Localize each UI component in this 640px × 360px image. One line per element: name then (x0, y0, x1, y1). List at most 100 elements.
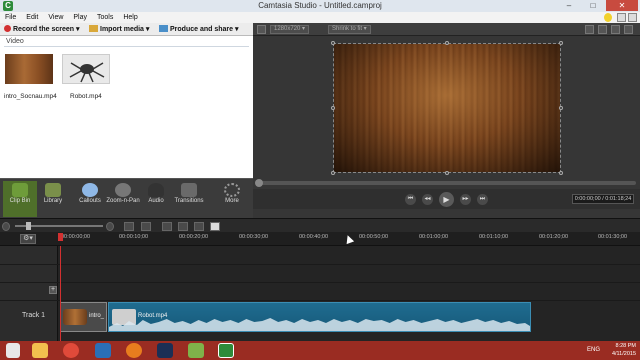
app-icon[interactable] (188, 343, 204, 358)
clock[interactable]: 8:28 PM 4/11/2015 (612, 342, 636, 358)
help-bulb-icon[interactable] (604, 13, 612, 22)
chrome-icon[interactable] (63, 343, 79, 358)
resize-handle[interactable] (331, 171, 335, 175)
callout-icon (82, 183, 98, 197)
maximize-button[interactable]: □ (582, 0, 604, 11)
library-icon (45, 183, 61, 197)
resize-handle[interactable] (445, 171, 449, 175)
playhead-handle[interactable] (58, 233, 63, 241)
record-screen-button[interactable]: Record the screen ▾ (4, 24, 80, 35)
redo-icon[interactable] (141, 222, 151, 231)
microphone-icon (148, 183, 164, 197)
preview-options-icon[interactable] (624, 25, 633, 34)
clip-thumbnail-intro[interactable] (5, 54, 53, 84)
timeline-clip-intro[interactable]: intro_ (60, 302, 107, 332)
zoom-in-icon[interactable] (106, 222, 114, 231)
windows-taskbar: ENG 8:28 PM 4/11/2015 (0, 341, 640, 360)
camtasia-window: C Camtasia Studio - Untitled.camproj – □… (0, 0, 640, 360)
resize-handle[interactable] (559, 106, 563, 110)
gear-icon[interactable]: ⚙▾ (20, 234, 36, 244)
fullscreen-icon[interactable] (598, 25, 607, 34)
resize-handle[interactable] (559, 171, 563, 175)
ruler-tick-label: 00:01:10;00 (479, 234, 509, 240)
task-library[interactable]: Library (36, 181, 70, 217)
paste-icon[interactable] (210, 222, 220, 231)
task-tabs: Clip Bin Library Callouts Zoom-n-Pan Aud… (0, 178, 253, 218)
close-button[interactable]: ✕ (606, 0, 638, 11)
ruler-tick-label: 00:00:10;00 (119, 234, 149, 240)
language-indicator[interactable]: ENG (587, 347, 600, 353)
task-clip-bin[interactable]: Clip Bin (3, 181, 37, 217)
window-title: Camtasia Studio - Untitled.camproj (258, 1, 382, 10)
add-track-button[interactable]: + (49, 286, 57, 294)
internet-explorer-icon[interactable] (95, 343, 111, 358)
expand-icon[interactable] (628, 13, 637, 22)
file-explorer-icon[interactable] (32, 343, 48, 358)
step-back-icon[interactable]: ◂◂ (422, 194, 433, 205)
clip-thumbnail-robot[interactable] (62, 54, 110, 84)
seek-knob[interactable] (255, 179, 263, 187)
resize-handle[interactable] (331, 41, 335, 45)
task-more[interactable]: More (215, 181, 249, 217)
more-dots-icon (224, 183, 240, 197)
zoom-slider-knob[interactable] (26, 222, 31, 230)
main-toolbar: Record the screen ▾ Import media ▾ Produ… (0, 23, 253, 36)
task-audio[interactable]: Audio (139, 181, 173, 217)
split-icon[interactable] (178, 222, 188, 231)
wood-background-frame (334, 44, 560, 172)
cut-icon[interactable] (162, 222, 172, 231)
resize-handle[interactable] (445, 41, 449, 45)
clip-thumb (63, 309, 87, 325)
resize-handle[interactable] (559, 41, 563, 45)
video-canvas[interactable] (331, 41, 563, 175)
ruler-tick-label: 00:00:30;00 (239, 234, 269, 240)
resize-handle[interactable] (331, 106, 335, 110)
preview-seek-bar[interactable] (257, 181, 636, 185)
magnifier-icon (115, 183, 131, 197)
play-button[interactable]: ▶ (439, 192, 454, 207)
step-forward-icon[interactable]: ▸▸ (460, 194, 471, 205)
timeline-toolbar (0, 218, 640, 232)
crop-icon[interactable] (257, 25, 266, 34)
minimize-button[interactable]: – (558, 0, 580, 11)
task-callouts[interactable]: Callouts (73, 181, 107, 217)
popout-icon[interactable] (611, 25, 620, 34)
clock-date: 4/11/2015 (611, 351, 636, 357)
menu-view[interactable]: View (43, 12, 68, 23)
track-divider (0, 300, 640, 301)
timeline-ruler[interactable]: ⚙▾ 00:00:00;00 00:00:10;00 00:00:20;00 0… (0, 232, 640, 246)
track-divider (0, 264, 640, 265)
import-media-button[interactable]: Import media ▾ (89, 24, 149, 35)
menu-help[interactable]: Help (118, 12, 142, 23)
photoshop-icon[interactable] (157, 343, 173, 358)
ruler-tick-label: 00:00:50;00 (359, 234, 389, 240)
menu-play[interactable]: Play (68, 12, 92, 23)
zoom-out-icon[interactable] (2, 222, 10, 231)
transitions-icon (181, 183, 197, 197)
start-button-icon[interactable] (6, 343, 20, 358)
record-icon (4, 25, 11, 32)
skip-forward-icon[interactable]: ⏭ (477, 194, 488, 205)
resolution-dropdown[interactable]: 1280x720 ▾ (270, 25, 310, 34)
copy-icon[interactable] (194, 222, 204, 231)
camtasia-taskbar-icon[interactable] (218, 343, 234, 358)
skip-back-icon[interactable]: ⏮ (405, 194, 416, 205)
menu-tools[interactable]: Tools (92, 12, 118, 23)
firefox-icon[interactable] (126, 343, 142, 358)
menu-bar: File Edit View Play Tools Help (0, 12, 640, 23)
timecode-display: 0:00:00;00 / 0:01:18;24 (572, 194, 634, 204)
ruler-tick-label: 00:00:40;00 (299, 234, 329, 240)
menu-file[interactable]: File (0, 12, 21, 23)
detach-icon[interactable] (585, 25, 594, 34)
fit-dropdown[interactable]: Shrink to fit ▾ (328, 25, 371, 34)
film-strip-icon (12, 183, 28, 197)
share-icon (159, 25, 168, 32)
robot-spider-image (69, 62, 105, 83)
options-icon[interactable] (617, 13, 626, 22)
menu-edit[interactable]: Edit (21, 12, 43, 23)
timeline-clip-robot[interactable]: Robot.mp4 (108, 302, 531, 332)
produce-share-button[interactable]: Produce and share ▾ (159, 24, 239, 35)
task-zoom-n-pan[interactable]: Zoom-n-Pan (106, 181, 140, 217)
task-transitions[interactable]: Transitions (172, 181, 206, 217)
undo-icon[interactable] (124, 222, 134, 231)
